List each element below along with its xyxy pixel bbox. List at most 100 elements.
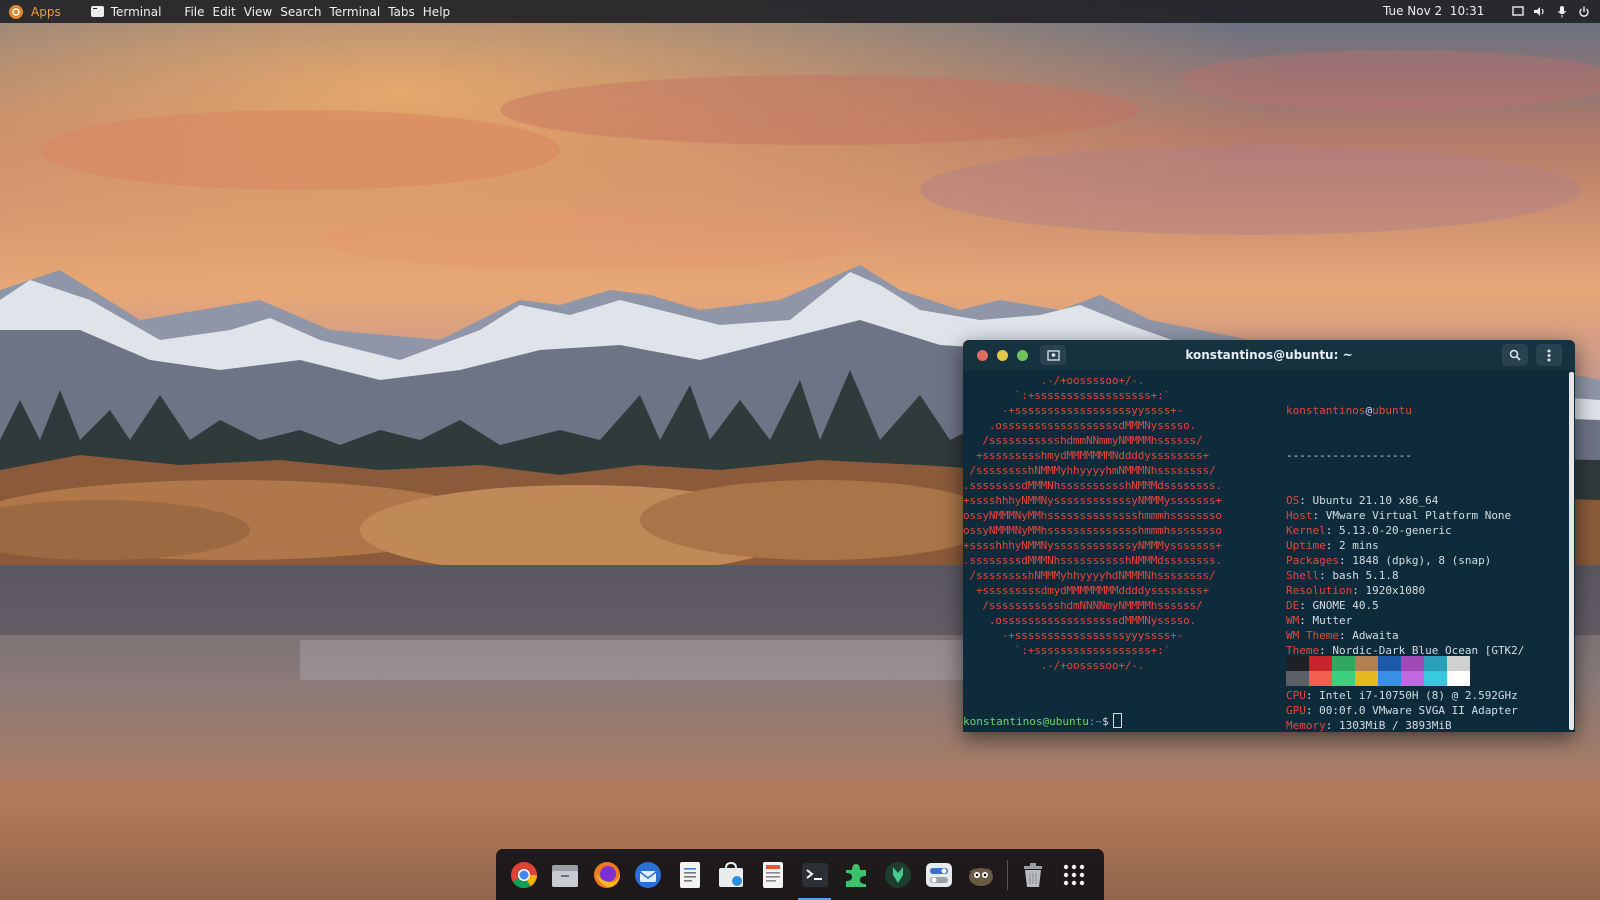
- info-key: Host: [1286, 509, 1313, 522]
- menu-terminal[interactable]: Terminal: [329, 5, 380, 19]
- logo-line: +sssshhhyNMMNyssssssssssssyNMMMysssssss+: [963, 539, 1222, 552]
- info-key: Shell: [1286, 569, 1320, 582]
- info-colon: :: [1305, 689, 1320, 702]
- logo-line: `:+ssssssssssssssssss+:`: [963, 644, 1171, 657]
- logo-line: /sssssssshNMMMyhhyyyyhmNMMMNhssssssss/: [963, 464, 1216, 477]
- thunderbird-icon[interactable]: [632, 858, 665, 891]
- menu-file[interactable]: File: [184, 5, 204, 19]
- power-icon[interactable]: [1575, 3, 1592, 20]
- separator-line: -------------------: [1286, 449, 1412, 462]
- logo-line: /sssssssshNMMMyhhyyyyhdNMMMNhssssssss/: [963, 569, 1216, 582]
- info-value: 1848 (dpkg), 8 (snap): [1352, 554, 1492, 567]
- shell-prompt[interactable]: konstantinos@ubuntu:~$: [963, 713, 1122, 729]
- dock: [496, 849, 1104, 900]
- files-icon[interactable]: [549, 858, 582, 891]
- apps-menu-button[interactable]: Apps: [9, 4, 61, 19]
- logo-line: +ssssssssshmydMMMMMMMNddddyssssssss+: [963, 449, 1209, 462]
- logo-line: +sssshhhyNMMNyssssssssssssyNMMMysssssss+: [963, 494, 1222, 507]
- color-swatch: [1332, 671, 1355, 686]
- logo-line: /ssssssssssshdmmNNmmyNMMMMhssssss/: [963, 434, 1203, 447]
- chrome-icon[interactable]: [507, 858, 540, 891]
- firefox-icon[interactable]: [590, 858, 623, 891]
- info-colon: :: [1325, 524, 1339, 537]
- microphone-icon[interactable]: [1553, 3, 1570, 20]
- focused-app-menu[interactable]: Terminal: [90, 4, 162, 19]
- terminal-icon[interactable]: [798, 858, 832, 900]
- clock[interactable]: Tue Nov 2 10:31: [1383, 4, 1484, 18]
- volume-icon[interactable]: [1531, 3, 1548, 20]
- color-swatch: [1332, 656, 1355, 671]
- info-colon: :: [1312, 509, 1326, 522]
- settings-toggle-icon[interactable]: [923, 858, 956, 891]
- info-value: 1920x1080: [1365, 584, 1426, 597]
- color-swatch: [1424, 656, 1447, 671]
- info-line: GPU: 00:0f.0 VMware SVGA II Adapter: [1286, 703, 1524, 718]
- info-value: VMware Virtual Platform None: [1325, 509, 1512, 522]
- info-colon: :: [1299, 599, 1313, 612]
- info-line: DE: GNOME 40.5: [1286, 598, 1524, 613]
- info-colon: :: [1325, 539, 1339, 552]
- info-key: GPU: [1286, 704, 1306, 717]
- app-menubar: File Edit View Search Terminal Tabs Help: [184, 5, 458, 19]
- document-viewer-icon[interactable]: [757, 858, 790, 891]
- tweaks-icon[interactable]: [881, 858, 914, 891]
- kebab-menu-icon: [1547, 349, 1551, 361]
- logo-line: .-/+oossssoo+/-.: [963, 659, 1145, 672]
- logo-line: ossyNMMMNyMMhsssssssssssssshmmmhssssssso: [963, 524, 1222, 537]
- extensions-icon[interactable]: [840, 858, 873, 891]
- menu-edit[interactable]: Edit: [213, 5, 236, 19]
- info-key: WM Theme: [1286, 629, 1339, 642]
- info-line: OS: Ubuntu 21.10 x86_64: [1286, 493, 1524, 508]
- focused-app-name: Terminal: [110, 4, 162, 19]
- menu-view[interactable]: View: [244, 5, 272, 19]
- window-menu-button[interactable]: [1536, 344, 1562, 366]
- info-colon: :: [1305, 704, 1320, 717]
- color-swatch: [1378, 671, 1401, 686]
- top-bar: Apps Terminal File Edit View Search Term…: [0, 0, 1600, 23]
- apps-label: Apps: [31, 4, 61, 19]
- screen-icon[interactable]: [1509, 3, 1526, 20]
- info-line: Memory: 1303MiB / 3893MiB: [1286, 718, 1524, 732]
- dock-separator: [1007, 859, 1009, 890]
- color-swatch: [1401, 671, 1424, 686]
- logo-line: .-/+oossssoo+/-.: [963, 374, 1145, 387]
- logo-line: -+sssssssssssssssssyyyssss+-: [963, 629, 1184, 642]
- color-palette: [1286, 656, 1470, 686]
- logo-line: -+ssssssssssssssssssyyssss+-: [963, 404, 1184, 417]
- color-swatch: [1447, 671, 1470, 686]
- color-swatch: [1286, 656, 1309, 671]
- color-swatch: [1309, 671, 1332, 686]
- info-value: Intel i7-10750H (8) @ 2.592GHz: [1319, 689, 1518, 702]
- system-tray: [1504, 3, 1592, 20]
- menu-search[interactable]: Search: [280, 5, 321, 19]
- terminal-titlebar[interactable]: konstantinos@ubuntu: ~: [963, 340, 1575, 370]
- info-colon: :: [1325, 719, 1339, 732]
- prompt-symbol: $: [1102, 715, 1109, 728]
- terminal-app-icon: [90, 6, 104, 17]
- text-editor-icon[interactable]: [673, 858, 706, 891]
- text-cursor: [1112, 713, 1122, 728]
- info-value: 1303MiB / 3893MiB: [1339, 719, 1452, 732]
- terminal-window[interactable]: konstantinos@ubuntu: ~ .-/+oossssoo+/-. …: [963, 340, 1575, 732]
- software-center-icon[interactable]: [715, 858, 748, 891]
- color-swatch: [1355, 656, 1378, 671]
- logo-line: .ossssssssssssssssssdMMMNysssso.: [963, 614, 1197, 627]
- info-key: DE: [1286, 599, 1300, 612]
- info-line: CPU: Intel i7-10750H (8) @ 2.592GHz: [1286, 688, 1524, 703]
- trash-icon[interactable]: [1016, 858, 1049, 891]
- color-swatch: [1378, 656, 1401, 671]
- color-swatch: [1401, 656, 1424, 671]
- menu-help[interactable]: Help: [423, 5, 450, 19]
- logo-line: .ssssssssdMMMNhsssssssssshNMMMdssssssss.: [963, 479, 1222, 492]
- distro-ascii-logo: .-/+oossssoo+/-. `:+ssssssssssssssssss+:…: [963, 373, 1263, 673]
- terminal-body[interactable]: .-/+oossssoo+/-. `:+ssssssssssssssssss+:…: [963, 370, 1575, 732]
- menu-tabs[interactable]: Tabs: [388, 5, 415, 19]
- logo-line: ossyNMMMNyMMhsssssssssssssshmmmhssssssso: [963, 509, 1222, 522]
- search-button[interactable]: [1502, 344, 1528, 366]
- app-grid-icon[interactable]: [1058, 858, 1091, 891]
- gimp-icon[interactable]: [965, 858, 998, 891]
- username: konstantinos: [1286, 404, 1366, 417]
- scrollbar[interactable]: [1569, 372, 1574, 730]
- info-value: 2 mins: [1339, 539, 1379, 552]
- logo-line: .ssssssssdMMMNhsssssssssshNMMMdssssssss.: [963, 554, 1222, 567]
